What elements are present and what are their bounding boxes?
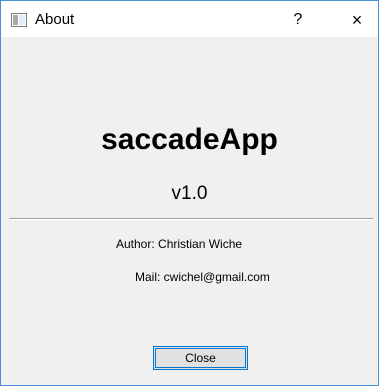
close-button[interactable]: Close <box>153 346 248 370</box>
author-label: Author: Christian Wiche <box>116 237 243 251</box>
close-button-label: Close <box>185 351 216 365</box>
close-window-button[interactable]: × <box>341 9 373 31</box>
title-bar[interactable]: About ? × <box>1 1 378 37</box>
icon-sidebar-shape <box>13 15 18 25</box>
horizontal-separator <box>9 218 373 220</box>
window-app-icon <box>11 13 27 27</box>
about-dialog: About ? × saccadeApp v1.0 Author: Christ… <box>0 0 379 386</box>
icon-body-shape <box>19 15 25 25</box>
mail-label: Mail: cwichel@gmail.com <box>135 270 270 284</box>
app-name-heading: saccadeApp <box>101 123 278 156</box>
window-title: About <box>35 11 75 28</box>
help-button[interactable]: ? <box>284 9 312 31</box>
dialog-content: saccadeApp v1.0 Author: Christian Wiche … <box>1 37 378 385</box>
version-label: v1.0 <box>171 183 208 204</box>
